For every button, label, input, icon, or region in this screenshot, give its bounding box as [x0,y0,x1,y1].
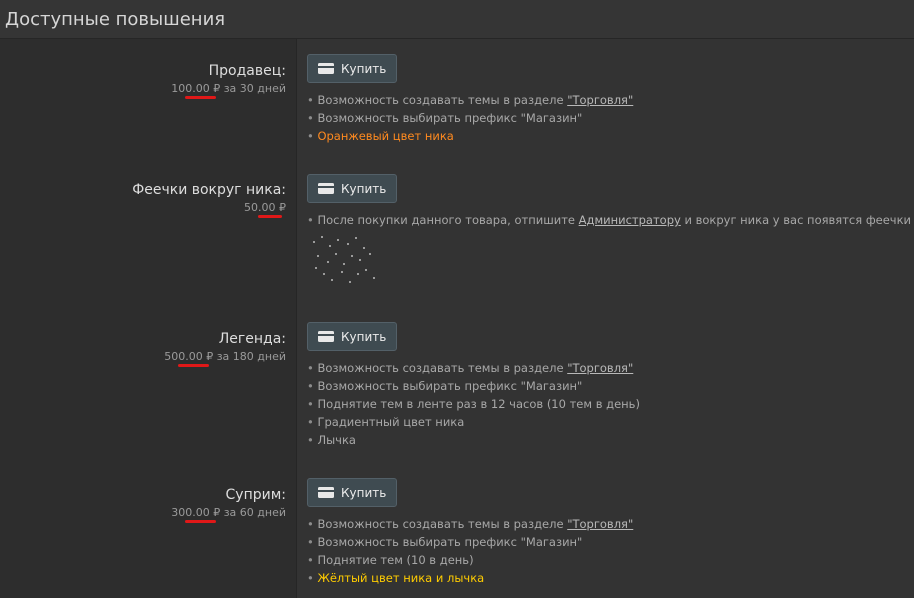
feature-item: Возможность выбирать префикс "Магазин" [307,109,633,127]
credit-card-icon [318,183,334,194]
buy-button[interactable]: Купить [307,478,398,507]
buy-button[interactable]: Купить [307,322,398,351]
feature-list: После покупки данного товара, отпишите А… [307,211,911,229]
credit-card-icon [318,487,334,498]
feature-item: Возможность создавать темы в разделе "То… [307,515,633,533]
price-currency: ₽ [206,350,214,363]
buy-button-label: Купить [341,181,387,196]
sparkles-icon [307,233,377,293]
upgrade-price: 300.00 ₽ за 60 дней [0,506,286,520]
price-currency: ₽ [213,506,221,519]
feature-item: Возможность выбирать префикс "Магазин" [307,377,640,395]
upgrade-price: 50.00 ₽ [0,201,286,215]
upgrade-info: Суприм: 300.00 ₽ за 60 дней [0,486,286,520]
buy-button[interactable]: Купить [307,54,398,83]
page-header: Доступные повышения [0,0,914,39]
upgrade-info: Продавец: 100.00 ₽ за 30 дней [0,62,286,96]
price-currency: ₽ [213,82,221,95]
feature-item: Возможность выбирать префикс "Магазин" [307,533,633,551]
feature-list: Возможность создавать темы в разделе "То… [307,515,633,587]
upgrade-title: Суприм: [225,487,286,503]
feature-link[interactable]: "Торговля" [567,517,633,531]
feature-link[interactable]: Администратору [579,213,681,227]
feature-list: Возможность создавать темы в разделе "То… [307,359,640,449]
price-value: 500.00 [164,350,203,363]
feature-list: Возможность создавать темы в разделе "То… [307,91,633,145]
feature-item: Лычка [307,431,640,449]
price-value: 50.00 [244,201,276,214]
upgrade-title: Феечки вокруг ника: [132,182,286,198]
upgrade-title: Продавец: [208,63,286,79]
buy-button[interactable]: Купить [307,174,398,203]
upgrade-price: 500.00 ₽ за 180 дней [0,350,286,364]
feature-link[interactable]: "Торговля" [567,361,633,375]
upgrade-details: Купить После покупки данного товара, отп… [307,174,911,293]
price-period: за 60 дней [223,506,286,519]
upgrade-info: Легенда: 500.00 ₽ за 180 дней [0,330,286,364]
upgrade-title: Легенда: [218,331,286,347]
feature-item: Поднятие тем (10 в день) [307,551,633,569]
feature-item: Поднятие тем в ленте раз в 12 часов (10 … [307,395,639,413]
price-value: 100.00 [171,82,210,95]
upgrade-info: Феечки вокруг ника: 50.00 ₽ [0,181,286,215]
buy-button-label: Купить [341,329,387,344]
upgrade-details: Купить Возможность создавать темы в разд… [307,478,633,587]
feature-item: Оранжевый цвет ника [307,127,633,145]
credit-card-icon [318,331,334,342]
feature-item: Возможность создавать темы в разделе "То… [307,91,633,109]
buy-button-label: Купить [341,61,387,76]
upgrade-price: 100.00 ₽ за 30 дней [0,82,286,96]
feature-item: Градиентный цвет ника [307,413,640,431]
credit-card-icon [318,63,334,74]
price-value: 300.00 [171,506,210,519]
feature-link[interactable]: "Торговля" [567,93,633,107]
feature-item: После покупки данного товара, отпишите А… [307,211,911,229]
upgrade-details: Купить Возможность создавать темы в разд… [307,322,640,449]
price-currency: ₽ [279,201,286,214]
upgrade-details: Купить Возможность создавать темы в разд… [307,54,633,145]
price-period: за 180 дней [216,350,286,363]
price-period: за 30 дней [223,82,286,95]
page-title: Доступные повышения [5,8,226,30]
feature-item: Возможность создавать темы в разделе "То… [307,359,640,377]
buy-button-label: Купить [341,485,387,500]
feature-item: Жёлтый цвет ника и лычка [307,569,633,587]
